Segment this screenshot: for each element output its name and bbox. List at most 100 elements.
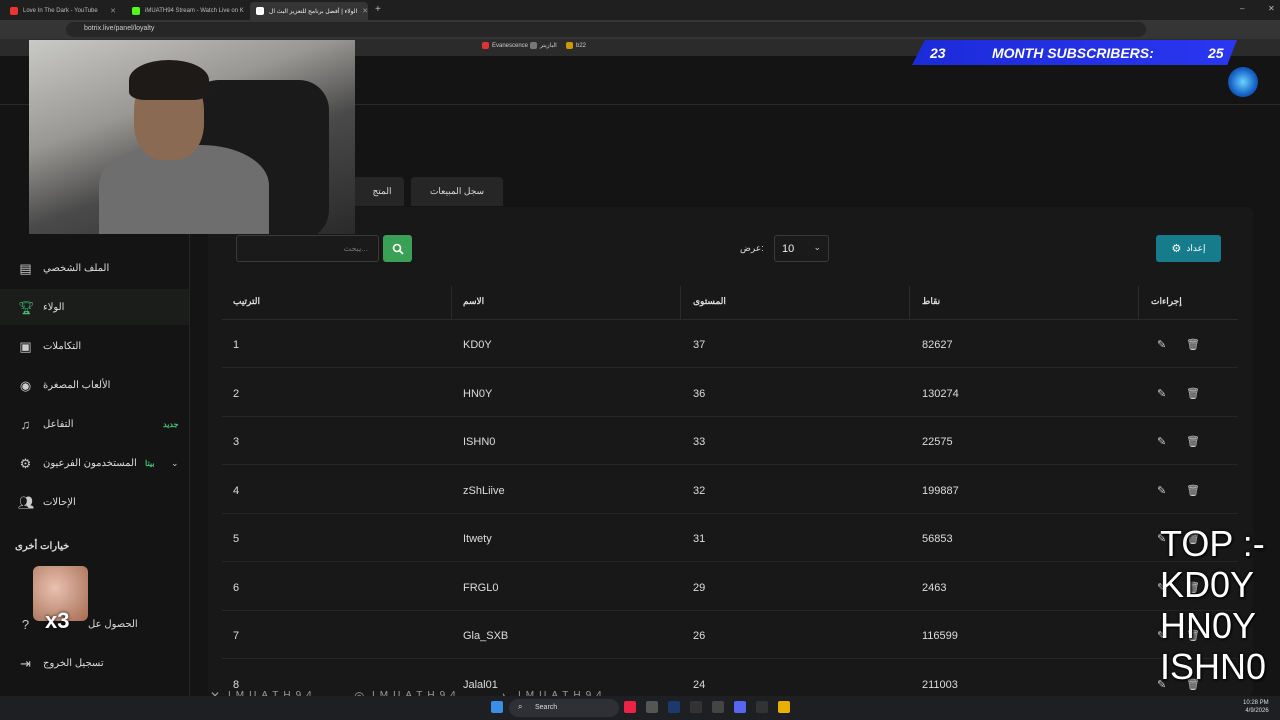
delete-icon[interactable]: 🗑︎ [1186, 338, 1200, 351]
column-divider [1138, 286, 1139, 320]
taskbar-clock[interactable]: 10:28 PM 4/9/2026 [1243, 699, 1269, 715]
brave-browser-icon[interactable] [624, 701, 636, 713]
taskbar [0, 696, 1280, 720]
app-icon[interactable] [712, 701, 724, 713]
edit-icon[interactable]: ✎ [1157, 387, 1166, 400]
browser-tab[interactable]: iMUATH94 Stream - Watch Live on K ✕ [126, 2, 246, 20]
bookmark-item[interactable]: b22 [566, 42, 586, 49]
column-header-points[interactable]: نقاط [922, 296, 940, 307]
search-button[interactable] [383, 235, 412, 262]
cell-level: 36 [693, 388, 706, 400]
sidebar-item-loyalty[interactable]: 🏆︎ الولاء [0, 289, 189, 325]
cell-level: 32 [693, 485, 706, 497]
app-icon[interactable] [690, 701, 702, 713]
sidebar-item-label: التكاملات [43, 340, 82, 352]
banner-current-count: 23 [930, 45, 946, 61]
search-input[interactable] [236, 235, 379, 262]
cell-points: 82627 [922, 339, 953, 351]
table-row [222, 320, 1238, 368]
cell-rank: 1 [233, 339, 240, 351]
bookmark-favicon-icon [566, 42, 573, 49]
edit-icon[interactable]: ✎ [1157, 484, 1166, 497]
edit-icon[interactable]: ✎ [1157, 338, 1166, 351]
youtube-icon [10, 7, 18, 15]
cell-name: KD0Y [463, 339, 492, 351]
new-badge: جديد [163, 419, 179, 429]
steam-icon[interactable] [668, 701, 680, 713]
taskbar-search-label: Search [535, 704, 558, 711]
settings-button[interactable]: ⚙ إعداد [1156, 235, 1221, 262]
sidebar-item-integrations[interactable]: ▣ التكاملات [0, 328, 189, 364]
tab-label: المتج [372, 186, 392, 196]
cell-level: 37 [693, 339, 706, 351]
id-card-icon: ▤ [19, 260, 32, 276]
bookmark-favicon-icon [482, 42, 489, 49]
cell-level: 24 [693, 679, 706, 691]
column-header-name[interactable]: الاسم [463, 296, 484, 307]
bookmark-favicon-icon [530, 42, 537, 49]
close-icon[interactable]: ✕ [362, 7, 368, 15]
bookmark-label: b22 [576, 43, 587, 50]
close-icon[interactable]: ✕ [110, 7, 116, 15]
cell-points: 56853 [922, 533, 953, 545]
column-header-level[interactable]: المستوى [693, 296, 726, 307]
help-icon: ? [21, 616, 30, 632]
tab-title: الولاء | أفضل برنامج للتعزيز البث ال [269, 8, 358, 15]
sidebar-item-label: الولاء [43, 301, 65, 313]
sidebar-item-label: الإحالات [43, 496, 76, 508]
app-icon[interactable] [756, 701, 768, 713]
top-users-overlay: TOP :- KD0Y HN0Y ISHN0 [1160, 523, 1275, 687]
sidebar-item-interaction[interactable]: ♫ التفاعل جديد [0, 406, 189, 442]
edit-icon[interactable]: ✎ [1157, 435, 1166, 448]
cell-name: Itwety [463, 533, 492, 545]
webcam-overlay [29, 40, 355, 234]
sidebar-item-referrals[interactable]: 👥︎ الإحالات [0, 484, 189, 520]
minimize-icon[interactable]: – [1240, 4, 1244, 13]
bookmark-item[interactable]: البازيتر [530, 42, 557, 49]
browser-tab-active[interactable]: الولاء | أفضل برنامج للتعزيز البث ال ✕ [250, 2, 368, 20]
browser-tab[interactable]: Love In The Dark - YouTube ✕ [4, 2, 122, 20]
cell-points: 2463 [922, 582, 947, 594]
beta-badge: بيتا [145, 458, 155, 468]
channel-logo-icon [1228, 67, 1258, 97]
delete-icon[interactable]: 🗑︎ [1186, 387, 1200, 400]
column-header-actions: إجراءات [1151, 296, 1182, 306]
sidebar-item-minigames[interactable]: ◉ الألعاب المصغرة [0, 367, 189, 403]
chevron-down-icon[interactable]: ⌄ [171, 458, 179, 469]
column-header-rank[interactable]: الترتيب [233, 296, 260, 307]
users-icon: 👥︎ [18, 494, 35, 510]
bookmark-item[interactable]: Evanescence - [482, 42, 532, 49]
url-input[interactable]: botrix.live/panel/loyalty [66, 22, 1146, 37]
sidebar-item-logout[interactable]: ⇥ تسجيل الخروج [0, 645, 189, 681]
sidebar-item-help[interactable]: ? الحصول عل [0, 606, 189, 642]
botrix-icon [256, 7, 264, 15]
app-icon[interactable] [646, 701, 658, 713]
tab-sales-history[interactable]: سجل المبيعات [411, 177, 503, 206]
taskbar-search[interactable]: ⌕ Search [509, 699, 619, 717]
top-title: TOP :- [1160, 523, 1265, 564]
page-size-select[interactable]: 10 ⌄ [774, 235, 829, 262]
cell-level: 31 [693, 533, 706, 545]
new-tab-icon[interactable]: + [375, 4, 381, 15]
table-row [222, 369, 1238, 417]
windows-start-icon[interactable] [491, 701, 503, 713]
table-row [222, 563, 1238, 611]
cell-rank: 4 [233, 485, 240, 497]
delete-icon[interactable]: 🗑︎ [1186, 435, 1200, 448]
banner-title: MONTH SUBSCRIBERS: [992, 45, 1154, 61]
column-divider [680, 286, 681, 320]
file-explorer-icon[interactable] [778, 701, 790, 713]
cell-rank: 6 [233, 582, 240, 594]
table-row [222, 466, 1238, 514]
window-close-icon[interactable]: ✕ [1268, 4, 1275, 13]
discord-icon[interactable] [734, 701, 746, 713]
sidebar-item-subusers[interactable]: ⚙ المستخدمون الفرعيون بيتا ⌄ [0, 445, 189, 481]
column-divider [909, 286, 910, 320]
page-size-value: 10 [782, 243, 795, 255]
delete-icon[interactable]: 🗑︎ [1186, 484, 1200, 497]
cell-points: 22575 [922, 436, 953, 448]
gears-icon: ⚙ [1171, 243, 1182, 255]
sidebar-item-profile[interactable]: ▤ الملف الشخصي [0, 250, 189, 286]
cell-points: 211003 [922, 679, 958, 691]
cell-rank: 7 [233, 630, 240, 642]
